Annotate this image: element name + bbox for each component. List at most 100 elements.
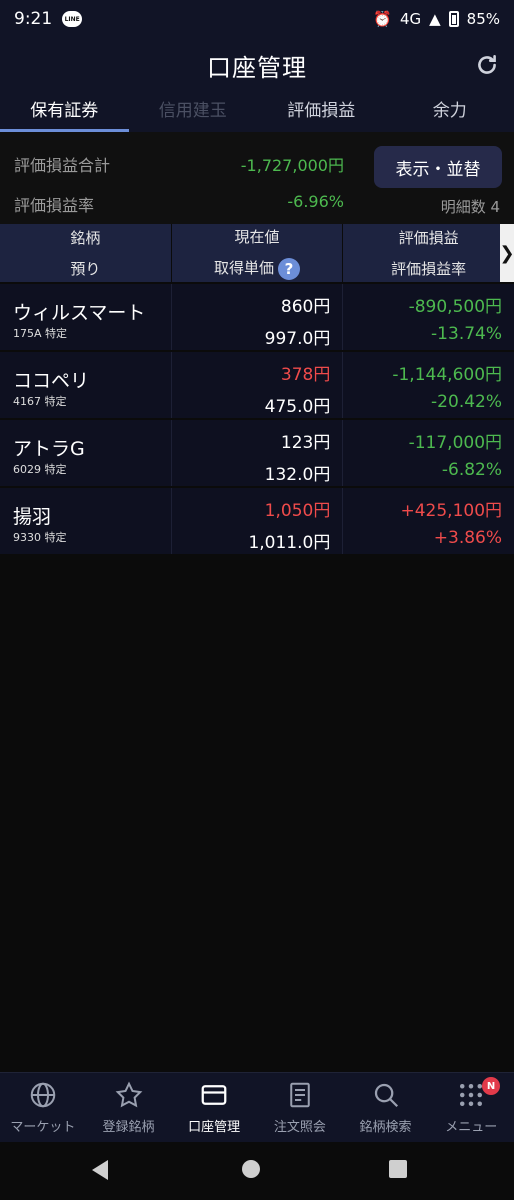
current-price: 1,050円 bbox=[264, 501, 331, 521]
notification-badge: N bbox=[482, 1077, 501, 1095]
table-row[interactable]: ココペリ 4167 特定 378円 475.0円 -1,144,600円 -20… bbox=[0, 352, 514, 420]
table-row[interactable]: 揚羽 9330 特定 1,050円 1,011.0円 +425,100円 +3.… bbox=[0, 488, 514, 556]
nav-market-label: マーケット bbox=[10, 1120, 76, 1135]
battery-level: 85% bbox=[466, 10, 500, 28]
acquisition-price: 475.0円 bbox=[264, 397, 331, 417]
current-price: 123円 bbox=[280, 433, 331, 453]
signal-icon: ▲ bbox=[429, 10, 441, 28]
alarm-icon: ⏰ bbox=[373, 10, 392, 28]
stock-code: 6029 特定 bbox=[13, 463, 67, 476]
tab-valuation[interactable]: 評価損益 bbox=[257, 92, 386, 132]
pl-amount: +425,100円 bbox=[400, 501, 503, 521]
stock-name: ウィルスマート bbox=[13, 302, 146, 324]
row-pl-cell: -1,144,600円 -20.42% bbox=[343, 352, 514, 418]
header-deposit-label: 預り bbox=[70, 260, 101, 278]
nav-menu[interactable]: N メニュー bbox=[428, 1073, 514, 1142]
total-pl-value: -1,727,000円 bbox=[240, 156, 344, 175]
holdings-list: ウィルスマート 175A 特定 860円 997.0円 -890,500円 -1… bbox=[0, 284, 514, 556]
row-pl-cell: -890,500円 -13.74% bbox=[343, 284, 514, 350]
row-name-cell: ウィルスマート 175A 特定 bbox=[0, 284, 172, 350]
network-label: 4G bbox=[399, 10, 422, 28]
current-price: 860円 bbox=[280, 297, 331, 317]
search-icon bbox=[374, 1083, 398, 1108]
help-icon[interactable]: ? bbox=[278, 257, 301, 280]
stock-name: アトラG bbox=[13, 438, 85, 460]
tab-bar: 保有証券 信用建玉 評価損益 余力 bbox=[0, 92, 514, 132]
stock-code: 4167 特定 bbox=[13, 395, 67, 408]
system-nav-bar bbox=[0, 1142, 514, 1200]
total-pl-label: 評価損益合計 bbox=[14, 156, 111, 175]
pl-amount: -890,500円 bbox=[408, 297, 503, 317]
nav-account[interactable]: 口座管理 bbox=[171, 1073, 257, 1142]
page-title: 口座管理 bbox=[207, 53, 307, 82]
scroll-right-icon[interactable]: ❯ bbox=[499, 224, 514, 282]
row-pl-cell: -117,000円 -6.82% bbox=[343, 420, 514, 486]
nav-orders[interactable]: 注文照会 bbox=[257, 1073, 343, 1142]
refresh-icon[interactable] bbox=[474, 52, 500, 78]
header-col-pl: 評価損益 評価損益率 bbox=[343, 224, 514, 282]
acquisition-price: 132.0円 bbox=[264, 465, 331, 485]
detail-count: 明細数 4 bbox=[440, 198, 500, 216]
nav-watchlist[interactable]: 登録銘柄 bbox=[86, 1073, 172, 1142]
header-name-label: 銘柄 bbox=[70, 229, 101, 247]
app-header: 口座管理 bbox=[0, 38, 514, 92]
header-pl-label: 評価損益 bbox=[398, 229, 459, 247]
globe-icon bbox=[30, 1082, 56, 1108]
row-price-cell: 860円 997.0円 bbox=[172, 284, 344, 350]
back-icon[interactable] bbox=[92, 1160, 108, 1180]
pl-rate: -6.82% bbox=[441, 460, 503, 480]
status-bar: 9:21 LINE ⏰ 4G ▲ 85% bbox=[0, 0, 514, 38]
nav-orders-label: 注文照会 bbox=[273, 1120, 326, 1135]
row-name-cell: ココペリ 4167 特定 bbox=[0, 352, 172, 418]
table-row[interactable]: アトラG 6029 特定 123円 132.0円 -117,000円 -6.82… bbox=[0, 420, 514, 488]
acquisition-price: 1,011.0円 bbox=[248, 533, 331, 553]
pl-rate-value: -6.96% bbox=[287, 192, 344, 211]
stock-code: 175A 特定 bbox=[13, 327, 68, 340]
nav-menu-label: メニュー bbox=[445, 1120, 498, 1135]
pl-amount: -1,144,600円 bbox=[392, 365, 503, 385]
row-price-cell: 123円 132.0円 bbox=[172, 420, 344, 486]
acquisition-price: 997.0円 bbox=[264, 329, 331, 349]
document-icon bbox=[290, 1082, 310, 1108]
row-name-cell: 揚羽 9330 特定 bbox=[0, 488, 172, 554]
row-price-cell: 378円 475.0円 bbox=[172, 352, 344, 418]
status-time: 9:21 bbox=[14, 9, 53, 29]
nav-search-label: 銘柄検索 bbox=[359, 1120, 412, 1135]
header-pl-rate-label: 評価損益率 bbox=[391, 260, 467, 278]
stock-name: 揚羽 bbox=[13, 506, 52, 528]
bottom-nav: マーケット 登録銘柄 口座管理 注文照会 銘柄検索 N メニュー bbox=[0, 1072, 514, 1142]
stock-name: ココペリ bbox=[13, 370, 90, 392]
table-header: 銘柄 預り 現在値 取得単価? 評価損益 評価損益率 bbox=[0, 224, 514, 282]
pl-rate: -13.74% bbox=[431, 324, 503, 344]
display-sort-button[interactable]: 表示・並替 bbox=[374, 146, 502, 188]
battery-icon bbox=[448, 11, 459, 27]
nav-search[interactable]: 銘柄検索 bbox=[343, 1073, 429, 1142]
header-cost-label: 取得単価 bbox=[214, 259, 275, 278]
card-icon bbox=[201, 1085, 227, 1105]
tab-buying-power[interactable]: 余力 bbox=[386, 92, 514, 132]
header-col-name: 銘柄 預り bbox=[0, 224, 172, 282]
pl-rate: -20.42% bbox=[431, 392, 503, 412]
nav-watchlist-label: 登録銘柄 bbox=[102, 1120, 155, 1135]
summary-panel: 評価損益合計 -1,727,000円 評価損益率 -6.96% 表示・並替 明細… bbox=[0, 132, 514, 224]
status-right: ⏰ 4G ▲ 85% bbox=[373, 10, 500, 28]
nav-market[interactable]: マーケット bbox=[0, 1073, 86, 1142]
pl-amount: -117,000円 bbox=[408, 433, 503, 453]
current-price: 378円 bbox=[280, 365, 331, 385]
row-name-cell: アトラG 6029 特定 bbox=[0, 420, 172, 486]
row-price-cell: 1,050円 1,011.0円 bbox=[172, 488, 344, 554]
header-col-price: 現在値 取得単価? bbox=[172, 224, 344, 282]
stock-code: 9330 特定 bbox=[13, 531, 67, 544]
recent-apps-icon[interactable] bbox=[389, 1160, 407, 1178]
home-icon[interactable] bbox=[242, 1160, 260, 1178]
header-price-label: 現在値 bbox=[234, 228, 280, 247]
table-row[interactable]: ウィルスマート 175A 特定 860円 997.0円 -890,500円 -1… bbox=[0, 284, 514, 352]
star-icon bbox=[115, 1081, 142, 1108]
tab-margin-positions: 信用建玉 bbox=[158, 101, 227, 121]
pl-rate: +3.86% bbox=[433, 528, 503, 548]
line-app-icon: LINE bbox=[62, 11, 83, 27]
tab-holdings[interactable]: 保有証券 bbox=[0, 92, 129, 132]
pl-rate-label: 評価損益率 bbox=[14, 196, 95, 215]
header-cost-wrap: 取得単価? bbox=[172, 257, 343, 280]
nav-account-label: 口座管理 bbox=[188, 1120, 241, 1135]
